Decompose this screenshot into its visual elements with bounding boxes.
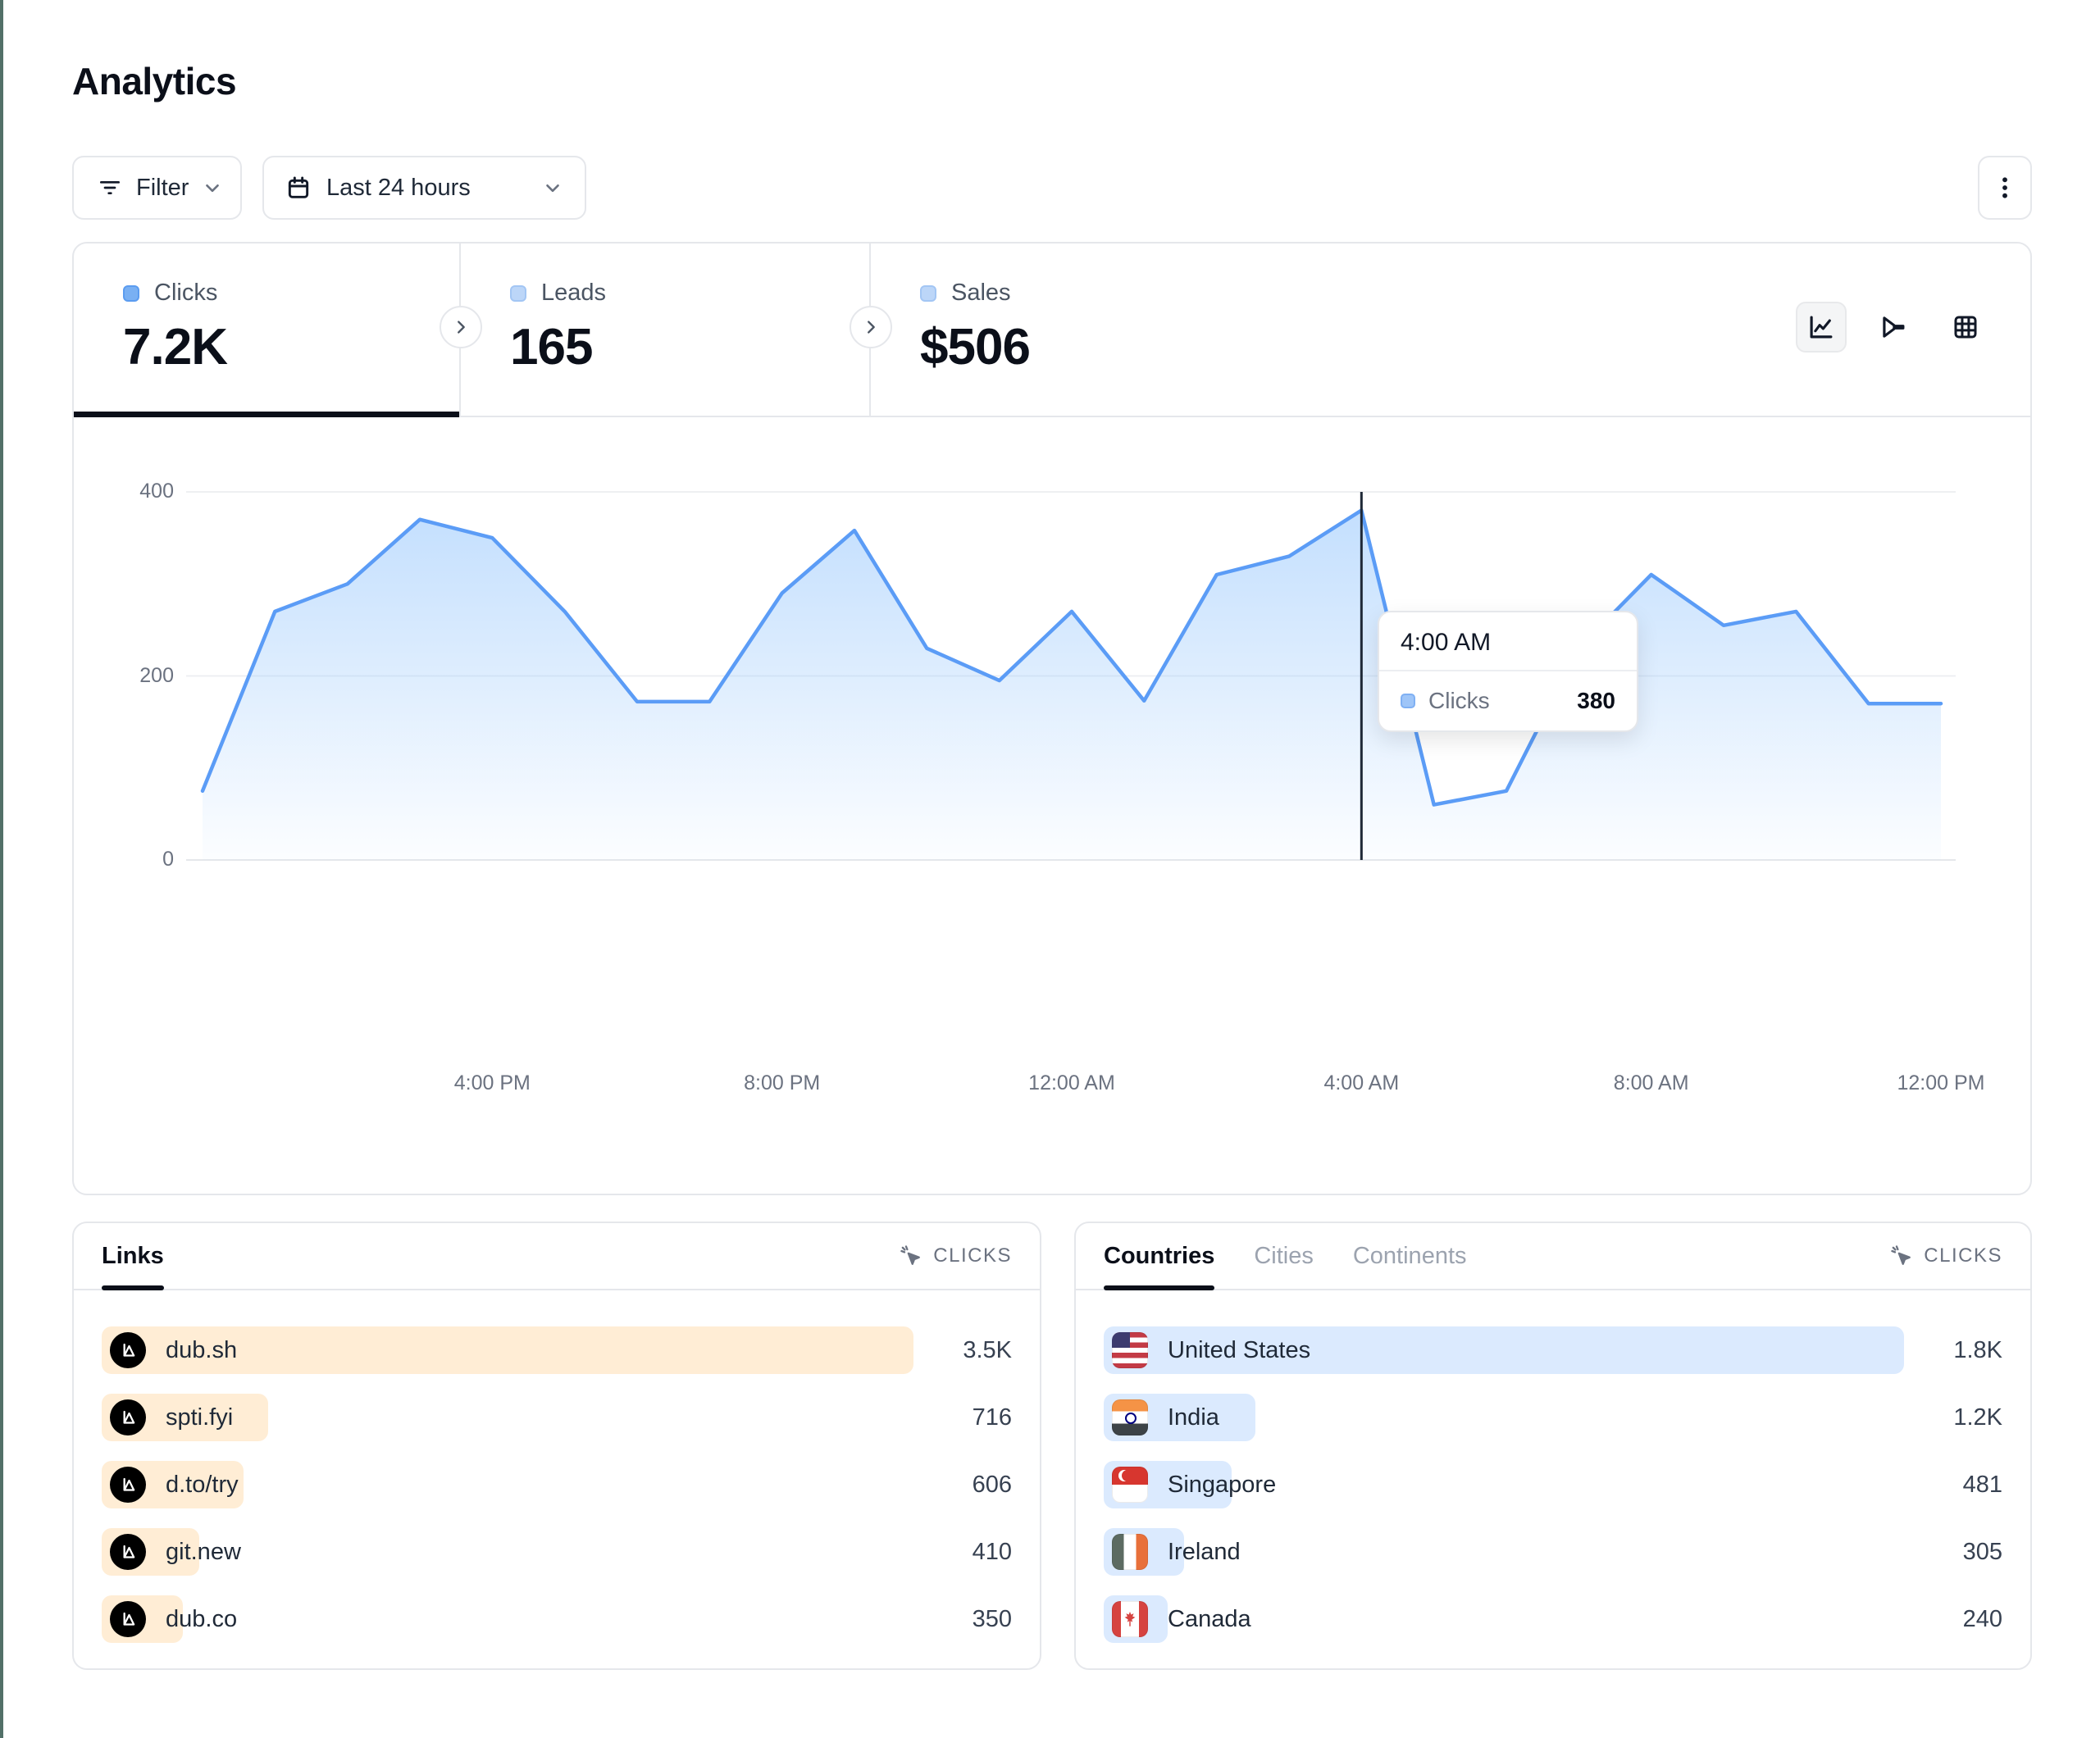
y-tick-label: 400: [100, 480, 174, 503]
filter-button-label: Filter: [136, 175, 189, 202]
kebab-menu-icon: [1993, 174, 2017, 202]
tab-clicks[interactable]: Clicks 7.2K: [74, 243, 461, 416]
us-flag-icon: [1112, 1332, 1148, 1368]
dub-logo-icon: [110, 1332, 146, 1368]
expand-leads-button[interactable]: [850, 306, 892, 348]
stat-label: Sales: [951, 280, 1011, 307]
clicks-legend-chip: [123, 285, 139, 302]
y-tick-label: 0: [100, 848, 174, 871]
row-value: 1.2K: [1904, 1404, 2002, 1431]
chart-view-toggles: [1796, 302, 1991, 353]
x-tick-label: 12:00 PM: [1897, 1071, 1984, 1095]
clicks-timeseries-chart[interactable]: 0 200 400 4:00 PM 8:00 PM 12:00 AM 4:00 AM 8:0…: [74, 416, 2034, 1197]
line-chart-view-button[interactable]: [1796, 302, 1847, 353]
metric-label: CLICKS: [1924, 1244, 2002, 1267]
stat-label: Clicks: [154, 280, 217, 307]
clicks-value: 7.2K: [123, 318, 459, 376]
country-row[interactable]: Ireland 305: [1104, 1528, 2002, 1576]
more-options-button[interactable]: [1978, 156, 2032, 220]
country-row[interactable]: United States 1.8K: [1104, 1326, 2002, 1374]
window-edge-accent: [0, 0, 3, 1738]
filter-button[interactable]: Filter: [72, 156, 242, 220]
date-range-button[interactable]: Last 24 hours: [262, 156, 586, 220]
link-row[interactable]: d.to/try 606: [102, 1461, 1012, 1508]
row-value: 410: [913, 1539, 1012, 1566]
area-fill: [203, 511, 1941, 861]
row-value: 3.5K: [913, 1337, 1012, 1364]
row-value: 606: [913, 1472, 1012, 1499]
y-tick-label: 200: [100, 664, 174, 688]
x-tick-label: 4:00 AM: [1323, 1071, 1399, 1095]
date-range-label: Last 24 hours: [326, 175, 471, 202]
table-view-button[interactable]: [1940, 302, 1991, 353]
x-tick-label: 4:00 PM: [454, 1071, 531, 1095]
dub-logo-icon: [110, 1601, 146, 1637]
tab-links[interactable]: Links: [102, 1223, 164, 1289]
analytics-page: Analytics Filter Last 24 hours Clicks 7.…: [72, 0, 2032, 103]
links-panel: Links CLICKS dub.sh 3.5K: [72, 1222, 1041, 1670]
x-tick-label: 8:00 PM: [744, 1071, 820, 1095]
filter-lines-icon: [97, 175, 123, 201]
expand-clicks-button[interactable]: [440, 306, 482, 348]
analytics-card: Clicks 7.2K Leads 165 Sales $506: [72, 242, 2032, 1195]
funnel-view-button[interactable]: [1868, 302, 1919, 353]
canada-flag-icon: [1112, 1601, 1148, 1637]
tooltip-time: 4:00 AM: [1379, 612, 1637, 671]
page-title: Analytics: [72, 59, 2032, 103]
cursor-click-icon: [1889, 1244, 1914, 1268]
chevron-right-icon: [862, 318, 880, 336]
line-chart-icon: [1806, 312, 1837, 343]
countries-metric-selector[interactable]: CLICKS: [1889, 1244, 2002, 1268]
dub-logo-icon: [110, 1399, 146, 1435]
chevron-down-icon: [202, 177, 223, 198]
calendar-icon: [285, 175, 312, 201]
row-value: 716: [913, 1404, 1012, 1431]
chevron-right-icon: [452, 318, 470, 336]
row-value: 350: [913, 1606, 1012, 1633]
link-row[interactable]: git.new 410: [102, 1528, 1012, 1576]
clicks-legend-chip: [1401, 694, 1415, 708]
link-row[interactable]: spti.fyi 716: [102, 1394, 1012, 1441]
dub-logo-icon: [110, 1467, 146, 1503]
grid-table-icon: [1951, 312, 1980, 342]
stats-tabs-row: Clicks 7.2K Leads 165 Sales $506: [74, 243, 2030, 417]
tooltip-value: 380: [1577, 688, 1615, 714]
country-row[interactable]: Singapore 481: [1104, 1461, 2002, 1508]
toolbar: Filter Last 24 hours: [72, 156, 2032, 220]
tab-leads[interactable]: Leads 165: [461, 243, 871, 416]
ireland-flag-icon: [1112, 1534, 1148, 1570]
links-metric-selector[interactable]: CLICKS: [899, 1244, 1012, 1268]
funnel-icon: [1878, 312, 1909, 343]
row-value: 481: [1904, 1472, 2002, 1499]
tab-cities[interactable]: Cities: [1254, 1223, 1314, 1289]
chevron-down-icon: [542, 177, 563, 198]
tooltip-series-label: Clicks: [1428, 688, 1564, 714]
row-value: 1.8K: [1904, 1337, 2002, 1364]
stat-label: Leads: [541, 280, 606, 307]
row-value: 305: [1904, 1539, 2002, 1566]
x-tick-label: 8:00 AM: [1614, 1071, 1689, 1095]
chart-tooltip: 4:00 AM Clicks 380: [1378, 611, 1638, 732]
tab-countries[interactable]: Countries: [1104, 1223, 1214, 1289]
row-value: 240: [1904, 1606, 2002, 1633]
link-row[interactable]: dub.co 350: [102, 1595, 1012, 1643]
x-tick-label: 12:00 AM: [1028, 1071, 1115, 1095]
country-row[interactable]: India 1.2K: [1104, 1394, 2002, 1441]
metric-label: CLICKS: [933, 1244, 1012, 1267]
india-flag-icon: [1112, 1399, 1148, 1435]
country-row[interactable]: Canada 240: [1104, 1595, 2002, 1643]
countries-panel: Countries Cities Continents CLICKS Unite…: [1074, 1222, 2032, 1670]
singapore-flag-icon: [1112, 1467, 1148, 1503]
dub-logo-icon: [110, 1534, 146, 1570]
sales-legend-chip: [920, 285, 936, 302]
link-row[interactable]: dub.sh 3.5K: [102, 1326, 1012, 1374]
leads-value: 165: [510, 318, 869, 376]
leads-legend-chip: [510, 285, 526, 302]
cursor-click-icon: [899, 1244, 923, 1268]
tab-continents[interactable]: Continents: [1353, 1223, 1467, 1289]
